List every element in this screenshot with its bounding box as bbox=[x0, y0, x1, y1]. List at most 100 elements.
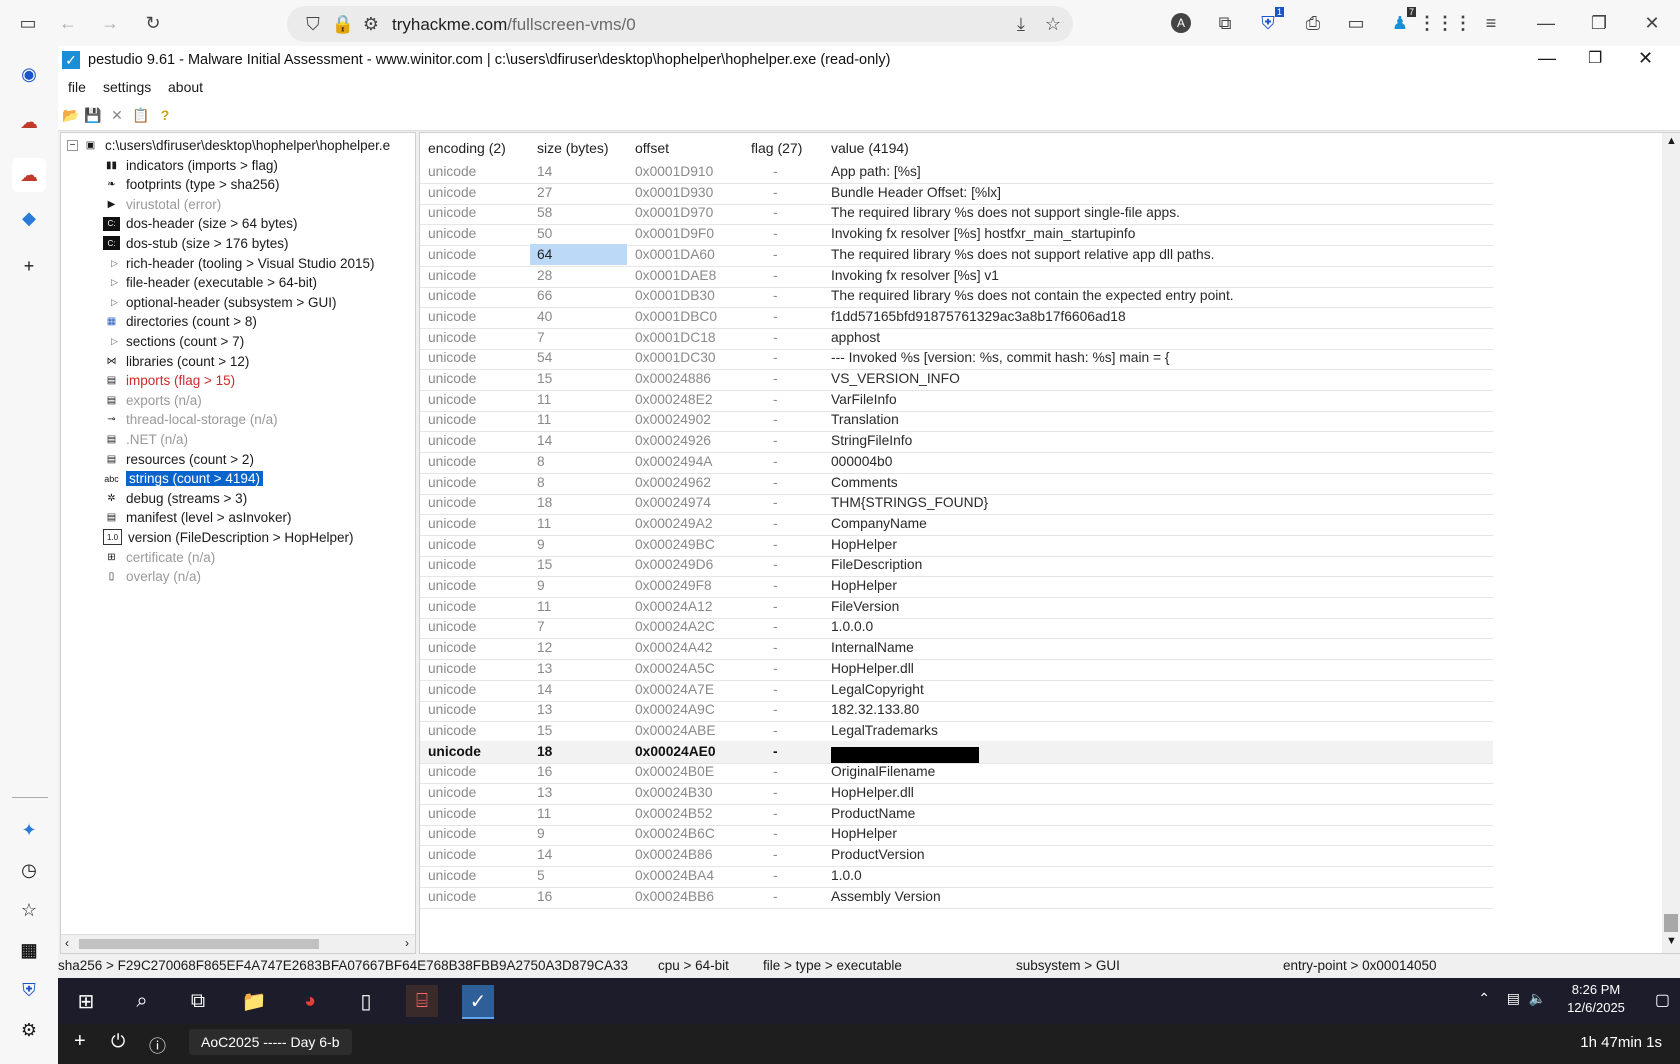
notepad-icon[interactable]: ▯ bbox=[350, 985, 382, 1017]
info-icon[interactable]: ⓘ bbox=[149, 1032, 166, 1057]
profile-a-icon[interactable]: A bbox=[1169, 11, 1193, 35]
windows-start-icon[interactable]: ⊞ bbox=[70, 985, 102, 1017]
tree-item[interactable]: ▯ overlay (n/a) bbox=[103, 567, 201, 587]
scroll-thumb[interactable] bbox=[1664, 914, 1678, 932]
layers-icon[interactable]: ◆ bbox=[17, 206, 41, 230]
table-row[interactable]: unicode 14 0x0001D910 - App path: [%s] bbox=[420, 161, 1493, 184]
apps-grid-icon[interactable]: ⋮⋮⋮ bbox=[1418, 11, 1472, 35]
table-row[interactable]: unicode 13 0x00024B30 - HopHelper.dll bbox=[420, 782, 1493, 805]
tree-item[interactable]: C: dos-stub (size > 176 bytes) bbox=[103, 233, 288, 253]
col-offset[interactable]: offset bbox=[635, 140, 669, 156]
tree-item[interactable]: ▷ sections (count > 7) bbox=[103, 331, 244, 351]
tree-item[interactable]: abc strings (count > 4194) bbox=[103, 469, 263, 489]
table-row[interactable]: unicode 13 0x00024A9C - 182.32.133.80 bbox=[420, 699, 1493, 723]
notifications-icon[interactable]: ▢ bbox=[1655, 990, 1670, 1010]
tree-item[interactable]: ▶ virustotal (error) bbox=[103, 194, 222, 214]
table-row[interactable]: unicode 64 0x0001DA60 - The required library… bbox=[420, 243, 1493, 267]
refresh-icon[interactable]: ↻ bbox=[141, 11, 165, 35]
help-icon[interactable]: ? bbox=[156, 106, 174, 124]
chrome-icon[interactable]: ◕ bbox=[294, 985, 326, 1017]
tree-item[interactable]: ▷ optional-header (subsystem > GUI) bbox=[103, 292, 336, 312]
table-row[interactable]: unicode 11 0x00024902 - Translation bbox=[420, 409, 1493, 433]
expand-icon[interactable]: ▷ bbox=[111, 277, 118, 288]
session-label[interactable]: AoC2025 ----- Day 6-b bbox=[189, 1029, 352, 1055]
add-icon[interactable]: + bbox=[17, 254, 41, 278]
table-row[interactable]: unicode 15 0x000249D6 - FileDescription bbox=[420, 554, 1493, 578]
table-row[interactable]: unicode 58 0x0001D970 - The required library… bbox=[420, 202, 1493, 226]
history-icon[interactable]: ◷ bbox=[17, 858, 41, 882]
table-row[interactable]: unicode 8 0x00024962 - Comments bbox=[420, 472, 1493, 495]
forward-icon[interactable]: → bbox=[98, 11, 122, 35]
extensions-icon[interactable]: ⧉ bbox=[1213, 11, 1237, 35]
favorite-star-icon[interactable]: ☆ bbox=[1041, 12, 1065, 36]
shield-icon[interactable]: ⛉ bbox=[301, 12, 325, 36]
volume-muted-icon[interactable]: 🔈 bbox=[1529, 990, 1546, 1007]
app-minimize-icon[interactable]: — bbox=[1538, 48, 1556, 69]
table-row[interactable]: unicode 18 0x00024974 - THM{STRINGS_FOUND} bbox=[420, 492, 1493, 516]
task-view-icon[interactable]: ⧉ bbox=[182, 985, 214, 1017]
table-row[interactable]: unicode 14 0x00024926 - StringFileInfo bbox=[420, 430, 1493, 454]
settings-gear-icon[interactable]: ⚙ bbox=[17, 1018, 41, 1042]
sidebar-toggle-icon[interactable]: ▭ bbox=[16, 11, 40, 35]
tree-item[interactable]: ▮▮ indicators (imports > flag) bbox=[103, 155, 278, 175]
scroll-right-icon[interactable]: › bbox=[405, 936, 409, 950]
menu-settings[interactable]: settings bbox=[103, 79, 151, 95]
clipboard-icon[interactable]: 📋 bbox=[132, 106, 150, 124]
table-row[interactable]: unicode 9 0x000249BC - HopHelper bbox=[420, 534, 1493, 557]
table-row[interactable]: unicode 40 0x0001DBC0 - f1dd57165bfd91875761… bbox=[420, 306, 1493, 329]
table-row[interactable]: unicode 16 0x00024BB6 - Assembly Version bbox=[420, 886, 1493, 909]
extension-blue-icon[interactable]: ♟ 7 bbox=[1388, 7, 1416, 35]
search-icon[interactable]: ⌕ bbox=[126, 985, 158, 1017]
col-size[interactable]: size (bytes) bbox=[537, 140, 609, 156]
tree-item[interactable]: ▷ rich-header (tooling > Visual Studio 20… bbox=[103, 253, 375, 273]
tree-item[interactable]: ▤ resources (count > 2) bbox=[103, 449, 254, 469]
table-row[interactable]: unicode 5 0x00024BA4 - 1.0.0 bbox=[420, 865, 1493, 888]
tree-item[interactable]: ▷ file-header (executable > 64-bit) bbox=[103, 273, 317, 293]
table-row[interactable]: unicode 15 0x00024886 - VS_VERSION_INFO bbox=[420, 368, 1493, 391]
tree-item[interactable]: C: dos-header (size > 64 bytes) bbox=[103, 214, 297, 234]
col-value[interactable]: value (4194) bbox=[831, 140, 909, 156]
tree-horizontal-scrollbar[interactable]: ‹ › bbox=[61, 934, 415, 953]
tray-chevron-icon[interactable]: ⌃ bbox=[1478, 990, 1490, 1007]
expand-icon[interactable]: ▷ bbox=[111, 297, 118, 308]
tree-item[interactable]: ✲ debug (streams > 3) bbox=[103, 488, 247, 508]
close-icon[interactable]: ✕ bbox=[1640, 11, 1664, 35]
table-row[interactable]: unicode 28 0x0001DAE8 - Invoking fx resolver… bbox=[420, 265, 1493, 288]
table-row[interactable]: unicode 66 0x0001DB30 - The required library… bbox=[420, 285, 1493, 309]
terminal-app-icon[interactable]: ⌸ bbox=[406, 985, 438, 1017]
clock[interactable]: 8:26 PM 12/6/2025 bbox=[1556, 982, 1636, 1015]
tree-item[interactable]: ▤ manifest (level > asInvoker) bbox=[103, 508, 292, 528]
table-row[interactable]: unicode 14 0x00024A7E - LegalCopyright bbox=[420, 679, 1493, 702]
menu-about[interactable]: about bbox=[168, 79, 203, 95]
table-row[interactable]: unicode 7 0x00024A2C - 1.0.0.0 bbox=[420, 616, 1493, 640]
bitwarden-side-icon[interactable]: ⛨ bbox=[17, 978, 41, 1002]
lock-icon[interactable]: 🔒 bbox=[331, 12, 355, 36]
table-row[interactable]: unicode 50 0x0001D9F0 - Invoking fx resolver… bbox=[420, 223, 1493, 247]
network-icon[interactable]: ▤ bbox=[1507, 990, 1520, 1007]
table-row[interactable]: unicode 8 0x0002494A - 000004b0 bbox=[420, 451, 1493, 474]
tree-item[interactable]: ⊸ thread-local-storage (n/a) bbox=[103, 410, 277, 430]
table-row[interactable]: unicode 12 0x00024A42 - InternalName bbox=[420, 637, 1493, 661]
table-row[interactable]: unicode 54 0x0001DC30 - --- Invoked %s [vers… bbox=[420, 347, 1493, 371]
site-settings-icon[interactable]: ⚙ bbox=[359, 12, 383, 36]
scroll-down-icon[interactable]: ▼ bbox=[1666, 935, 1677, 947]
bitwarden-icon[interactable]: ⛨ 1 bbox=[1256, 7, 1284, 35]
expand-icon[interactable]: ▷ bbox=[111, 258, 118, 269]
close-file-icon[interactable]: ✕ bbox=[108, 106, 126, 124]
table-row[interactable]: unicode 14 0x00024B86 - ProductVersion bbox=[420, 844, 1493, 868]
add-icon[interactable]: + bbox=[74, 1030, 86, 1053]
scroll-left-icon[interactable]: ‹ bbox=[65, 936, 69, 950]
collections-icon[interactable]: ⎙ bbox=[1301, 11, 1325, 35]
table-row[interactable]: unicode 27 0x0001D930 - Bundle Header Offset… bbox=[420, 182, 1493, 205]
tree-item[interactable]: ⊞ certificate (n/a) bbox=[103, 547, 215, 567]
col-encoding[interactable]: encoding (2) bbox=[428, 140, 506, 156]
split-screen-icon[interactable]: ▭ bbox=[1344, 11, 1368, 35]
table-vertical-scrollbar[interactable]: ▲ ▼ bbox=[1662, 133, 1680, 953]
app-restore-icon[interactable]: ❐ bbox=[1588, 48, 1602, 68]
tree-item[interactable]: ▦ directories (count > 8) bbox=[103, 312, 257, 332]
table-row[interactable]: unicode 16 0x00024B0E - OriginalFilename bbox=[420, 761, 1493, 785]
table-row[interactable]: unicode 11 0x00024A12 - FileVersion bbox=[420, 596, 1493, 619]
copilot-icon[interactable]: ✦ bbox=[17, 818, 41, 842]
table-row[interactable]: unicode 9 0x000249F8 - HopHelper bbox=[420, 575, 1493, 598]
col-flag[interactable]: flag (27) bbox=[751, 140, 802, 156]
